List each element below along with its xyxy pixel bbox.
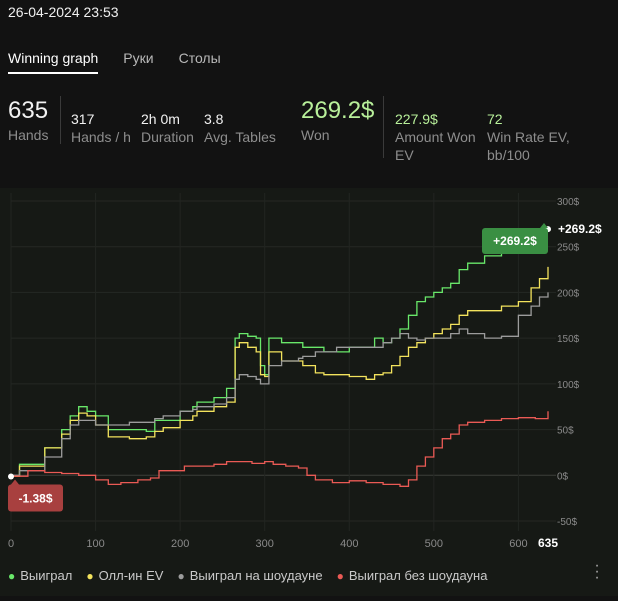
x-end-label: 635 — [538, 536, 558, 550]
series-line-allin_ev — [11, 266, 549, 477]
y-tick-label: 250$ — [557, 243, 580, 254]
end-badge-pointer — [540, 223, 548, 228]
stat-avg-tables-value: 3.8 — [204, 111, 224, 127]
stat-hands-per-hour: 317 Hands / h — [71, 110, 131, 146]
legend-label-showdown: Выиграл на шоудауне — [189, 568, 323, 583]
stat-avg-tables: 3.8 Avg. Tables — [204, 110, 276, 146]
min-badge-pointer — [11, 479, 19, 485]
min-point-marker — [8, 473, 14, 480]
x-tick-label: 500 — [425, 538, 443, 550]
stat-hands-per-hour-label: Hands / h — [71, 129, 131, 145]
stat-hands: 635 Hands — [8, 96, 48, 144]
y-tick-label: 200$ — [557, 288, 580, 299]
stat-win-rate-ev-label-1: Win Rate EV, — [487, 129, 570, 145]
y-tick-label: 300$ — [557, 197, 580, 208]
x-tick-label: 200 — [171, 538, 189, 550]
stat-won-value: 269.2$ — [301, 97, 375, 124]
legend-dot-icon: ● — [336, 568, 344, 583]
stat-won: 269.2$ Won — [301, 96, 374, 144]
stats-divider — [383, 96, 384, 158]
chart-panel: 300$ 250$ 200$ 150$ 100$ 50$ 0$ -50$ 0 100 200 300 4… — [0, 188, 618, 596]
end-badge-text: +269.2$ — [493, 234, 537, 248]
session-timestamp: 26-04-2024 23:53 — [8, 4, 119, 20]
legend-dot-icon: ● — [177, 568, 185, 583]
y-tick-label: 0$ — [557, 471, 569, 482]
stat-won-label: Won — [301, 127, 330, 143]
legend-item-allin-ev[interactable]: ● Олл-ин EV — [86, 568, 163, 583]
x-tick-label: 0 — [8, 538, 14, 550]
series-line-won — [11, 229, 549, 477]
end-value-label: +269.2$ — [558, 222, 602, 236]
x-tick-label: 100 — [86, 538, 104, 550]
legend-dot-icon: ● — [8, 568, 16, 583]
stat-amount-won-ev-label-1: Amount Won — [395, 129, 476, 145]
legend-label-won: Выиграл — [20, 568, 73, 583]
stat-hands-label: Hands — [8, 127, 49, 143]
tab-tables[interactable]: Столы — [179, 50, 221, 74]
min-badge-text: -1.38$ — [18, 492, 52, 506]
winning-graph-chart[interactable]: 300$ 250$ 200$ 150$ 100$ 50$ 0$ -50$ 0 100 200 300 4… — [0, 188, 618, 596]
more-options-icon[interactable]: · · · — [592, 558, 602, 586]
stat-amount-won-ev: 227.9$ Amount Won EV — [395, 110, 476, 164]
x-tick-label: 400 — [340, 538, 358, 550]
legend-dot-icon: ● — [86, 568, 94, 583]
stat-avg-tables-label: Avg. Tables — [204, 129, 276, 145]
stat-amount-won-ev-label-2: EV — [395, 147, 414, 163]
legend-item-won[interactable]: ● Выиграл — [8, 568, 72, 583]
stats-divider — [60, 96, 61, 144]
tab-hands[interactable]: Руки — [123, 50, 153, 74]
y-tick-label: -50$ — [557, 517, 577, 528]
stat-duration-value: 2h 0m — [141, 111, 180, 127]
x-tick-label: 600 — [509, 538, 527, 550]
legend-label-allin-ev: Олл-ин EV — [98, 568, 164, 583]
tab-bar: Winning graph Руки Столы — [8, 50, 246, 74]
stat-duration-label: Duration — [141, 129, 194, 145]
tab-winning-graph[interactable]: Winning graph — [8, 50, 99, 74]
legend-item-non-showdown[interactable]: ● Выиграл без шоудауна — [337, 568, 488, 583]
stats-bar: 635 Hands 317 Hands / h 2h 0m Duration 3… — [0, 96, 618, 176]
stat-win-rate-ev: 72 Win Rate EV, bb/100 — [487, 110, 570, 164]
stat-win-rate-ev-value: 72 — [487, 111, 503, 127]
legend-item-showdown[interactable]: ● Выиграл на шоудауне — [177, 568, 322, 583]
y-tick-label: 100$ — [557, 380, 580, 391]
x-tick-label: 300 — [256, 538, 274, 550]
y-tick-label: 150$ — [557, 334, 580, 345]
stat-win-rate-ev-label-2: bb/100 — [487, 147, 530, 163]
stat-duration: 2h 0m Duration — [141, 110, 194, 146]
legend-label-non-showdown: Выиграл без шоудауна — [348, 568, 488, 583]
stat-amount-won-ev-value: 227.9$ — [395, 111, 438, 127]
stat-hands-per-hour-value: 317 — [71, 111, 95, 127]
y-tick-label: 50$ — [557, 426, 574, 437]
chart-legend: ● Выиграл ● Олл-ин EV ● Выиграл на шоуда… — [8, 568, 501, 583]
stat-hands-value: 635 — [8, 97, 49, 124]
